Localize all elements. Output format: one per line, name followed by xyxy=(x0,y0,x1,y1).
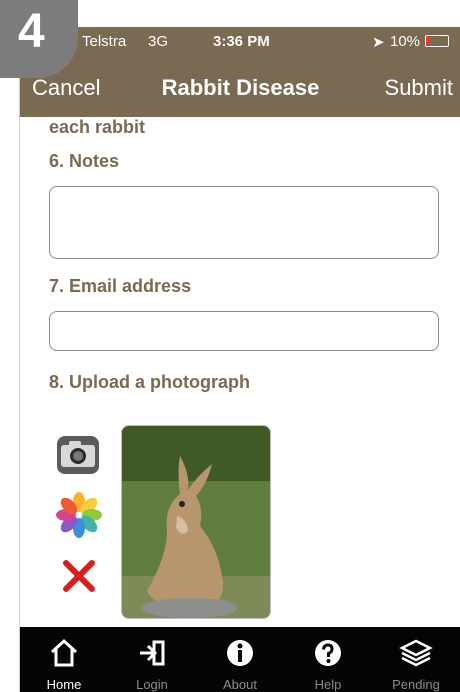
tab-help[interactable]: Help xyxy=(284,627,372,692)
login-icon xyxy=(140,640,165,666)
tab-login-label: Login xyxy=(136,677,168,692)
network-label: 3G xyxy=(148,33,169,50)
time-label: 3:36 PM xyxy=(213,33,270,50)
home-icon xyxy=(50,638,78,667)
rabbit-photo-image xyxy=(122,426,270,618)
status-bar: Telstra 3G 3:36 PM ➤ 10% xyxy=(20,27,460,57)
photo-library-button[interactable] xyxy=(56,492,102,543)
phone-frame: Telstra 3G 3:36 PM ➤ 10% Cancel Rabbit D… xyxy=(19,27,460,692)
submit-button[interactable]: Submit xyxy=(385,75,453,101)
tab-login[interactable]: Login xyxy=(108,627,196,692)
tab-home[interactable]: Home xyxy=(20,627,108,692)
help-icon xyxy=(315,640,341,666)
previous-question-text: each rabbit xyxy=(49,117,146,137)
tab-about[interactable]: About xyxy=(196,627,284,692)
photos-icon xyxy=(56,492,102,538)
tab-help-label: Help xyxy=(314,677,342,692)
photo-label: 8. Upload a photograph xyxy=(49,372,250,392)
email-label: 7. Email address xyxy=(49,276,192,296)
tab-about-label: About xyxy=(223,677,257,692)
tab-bar: Home Login About Help Pending xyxy=(20,627,460,692)
notes-field[interactable] xyxy=(49,186,439,259)
email-field[interactable] xyxy=(49,311,439,351)
info-icon xyxy=(227,640,253,666)
tab-pending[interactable]: Pending xyxy=(372,627,460,692)
tab-pending-label: Pending xyxy=(392,677,440,692)
remove-photo-button[interactable] xyxy=(60,557,98,600)
delete-icon xyxy=(63,560,95,592)
form-scroll-area[interactable]: each rabbit 6. Notes 7. Email address 8.… xyxy=(20,117,460,627)
location-icon: ➤ xyxy=(372,34,385,51)
battery-percent: 10% xyxy=(390,33,421,50)
notes-label: 6. Notes xyxy=(49,151,120,171)
uploaded-photo[interactable] xyxy=(121,425,271,619)
navigation-bar: Cancel Rabbit Disease Submit xyxy=(20,57,460,117)
carrier-label: Telstra xyxy=(82,33,127,50)
step-number: 4 xyxy=(18,5,45,58)
layers-icon xyxy=(399,639,433,667)
battery-icon xyxy=(425,35,449,47)
camera-button[interactable] xyxy=(56,435,100,480)
tab-home-label: Home xyxy=(46,677,82,692)
camera-icon xyxy=(57,436,99,474)
